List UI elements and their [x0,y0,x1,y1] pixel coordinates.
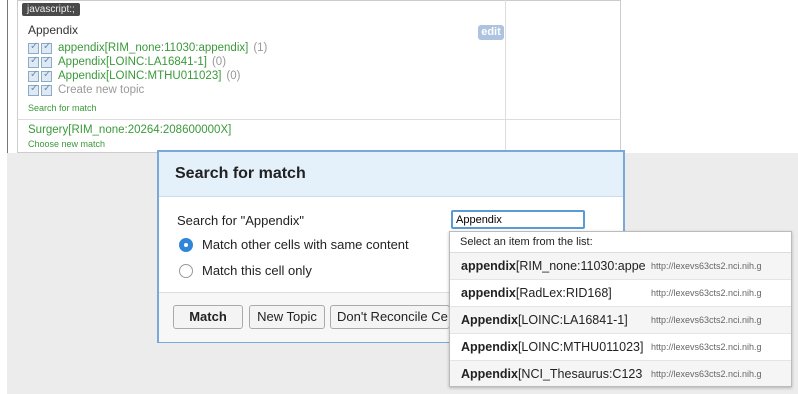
autocomplete-item[interactable]: Appendix[LOINC:LA16841-1] http://lexevs6… [450,307,791,334]
radio-unselected-icon[interactable] [179,263,193,278]
item-match-term: Appendix [461,340,518,354]
create-topic-row[interactable]: Create new topic [28,83,144,97]
item-detail: [LOINC:MTHU011023] [517,340,644,354]
status-tooltip: javascript:; [22,3,80,16]
autocomplete-dropdown: Select an item from the list: appendix[R… [449,231,792,387]
cell-title: Appendix [28,23,79,37]
item-detail: [RadLex:RID168] [515,286,612,300]
search-input[interactable] [451,210,585,229]
search-for-match-link[interactable]: Search for match [28,103,97,113]
match-same-content-option[interactable]: Match other cells with same content [179,237,409,252]
choose-new-match-link[interactable]: Choose new match [28,139,105,149]
edit-button[interactable]: edit [478,25,504,40]
match-all-icon[interactable] [41,41,52,54]
autocomplete-item[interactable]: appendix[RadLex:RID168] http://lexevs63c… [450,280,791,307]
candidate-score: (1) [253,42,268,54]
autocomplete-item[interactable]: Appendix[NCI_Thesaurus:C123 http://lexev… [450,361,791,386]
surgery-match-link[interactable]: Surgery[RIM_none:20264:208600000X] [28,124,231,136]
autocomplete-list: appendix[RIM_none:11030:appe http://lexe… [450,253,791,386]
item-url: http://lexevs63cts2.nci.nih.g [651,342,762,352]
candidate-link[interactable]: appendix[RIM_none:11030:appendix] [58,42,248,54]
candidate-link[interactable]: Appendix[LOINC:MTHU011023] [58,70,221,82]
item-match-term: Appendix [461,313,518,327]
search-prompt: Search for "Appendix" [177,213,305,228]
item-match-term: appendix [461,286,516,300]
match-all-icon[interactable] [41,69,52,82]
autocomplete-item[interactable]: appendix[RIM_none:11030:appe http://lexe… [450,253,791,280]
match-one-icon[interactable] [28,69,39,82]
radio-selected-icon[interactable] [179,237,193,252]
autocomplete-item[interactable]: Appendix[LOINC:MTHU011023] http://lexevs… [450,334,791,361]
match-one-icon[interactable] [28,41,39,54]
item-detail: [RIM_none:11030:appe [515,259,646,273]
match-this-cell-option[interactable]: Match this cell only [179,263,312,278]
match-all-icon[interactable] [41,55,52,68]
item-url: http://lexevs63cts2.nci.nih.g [651,288,762,298]
create-all-icon[interactable] [41,83,52,96]
dialog-title: Search for match [175,165,306,182]
autocomplete-header: Select an item from the list: [450,232,791,253]
create-one-icon[interactable] [28,83,39,96]
new-topic-button[interactable]: New Topic [249,305,325,329]
candidate-row[interactable]: Appendix[LOINC:LA16841-1] (0) [28,55,226,69]
item-match-term: Appendix [461,367,518,381]
radio-label: Match this cell only [202,263,312,278]
row-divider [17,119,621,120]
item-detail: [NCI_Thesaurus:C123 [517,367,643,381]
candidate-score: (0) [226,70,241,82]
dont-reconcile-button[interactable]: Don't Reconcile Ce [330,305,450,329]
match-button[interactable]: Match [173,305,243,329]
radio-label: Match other cells with same content [202,237,409,252]
item-url: http://lexevs63cts2.nci.nih.g [651,315,762,325]
candidate-score: (0) [211,56,227,68]
item-detail: [LOINC:LA16841-1] [517,313,628,327]
candidate-row[interactable]: Appendix[LOINC:MTHU011023] (0) [28,69,240,83]
item-match-term: appendix [461,259,516,273]
candidate-link[interactable]: Appendix[LOINC:LA16841-1] [58,56,207,68]
column-divider [505,0,506,153]
item-url: http://lexevs63cts2.nci.nih.g [651,369,762,379]
match-one-icon[interactable] [28,55,39,68]
item-url: http://lexevs63cts2.nci.nih.g [651,261,762,271]
candidate-row[interactable]: appendix[RIM_none:11030:appendix] (1) [28,41,267,55]
create-topic-label: Create new topic [58,84,145,96]
